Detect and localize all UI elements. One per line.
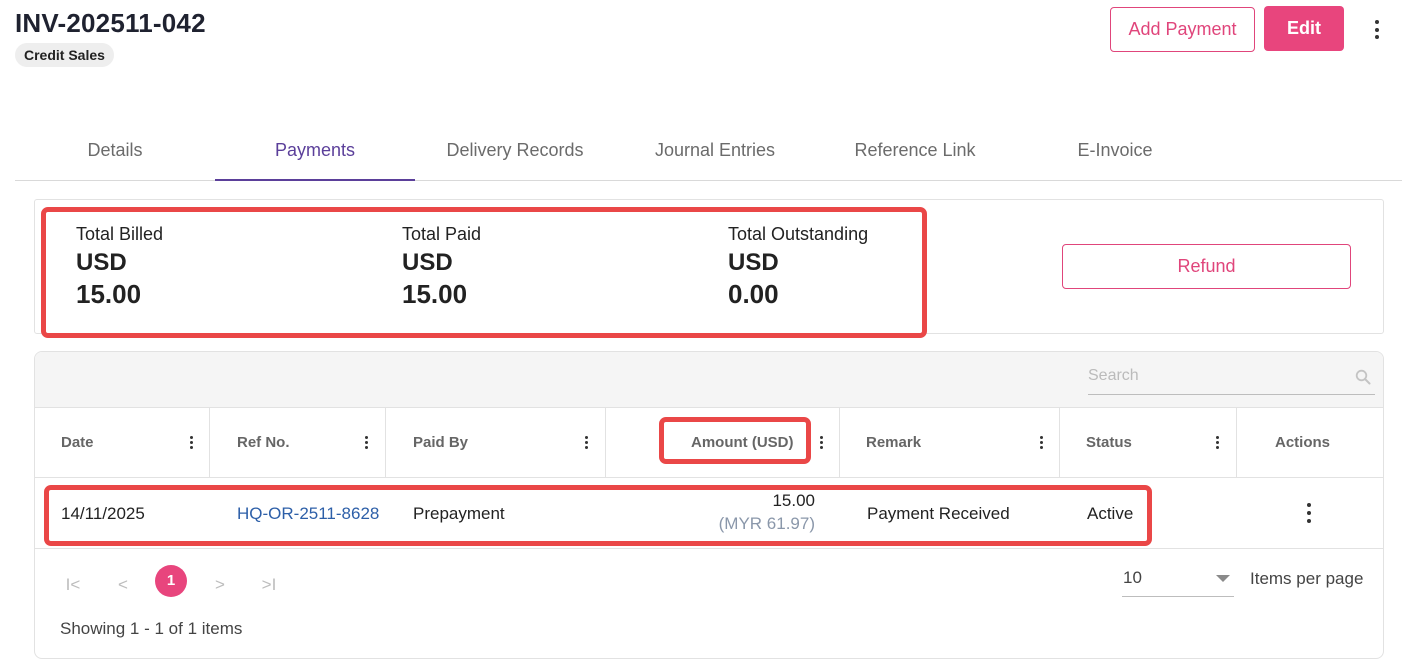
tab-journal-entries[interactable]: Journal Entries (615, 120, 815, 180)
total-billed-currency: USD (76, 249, 127, 276)
total-paid-block: Total Paid USD 15.00 (402, 224, 481, 310)
column-header-ref-no-label: Ref No. (237, 434, 290, 451)
column-header-remark-label: Remark (866, 434, 922, 451)
items-per-page-select[interactable]: 10 (1122, 559, 1234, 597)
total-billed-block: Total Billed USD 15.00 (76, 224, 163, 310)
page-1-button[interactable]: 1 (155, 565, 187, 597)
row-ref-no-link[interactable]: HQ-OR-2511-8628 (237, 504, 379, 524)
column-header-ref-no[interactable]: Ref No. (210, 408, 386, 478)
total-outstanding-label: Total Outstanding (728, 224, 869, 244)
chevron-down-icon (1216, 575, 1230, 582)
payment-summary-card: Total Billed USD 15.00 Total Paid USD 15… (34, 199, 1384, 334)
total-outstanding-value: 0.00 (728, 279, 779, 309)
tab-payments[interactable]: Payments (215, 120, 415, 181)
items-per-page-value: 10 (1123, 568, 1142, 587)
search-box (1088, 360, 1375, 395)
column-menu-icon[interactable] (1213, 436, 1221, 449)
first-page-icon[interactable]: I< (57, 569, 89, 601)
column-header-paid-by-label: Paid By (413, 434, 469, 451)
column-header-actions-label: Actions (1275, 434, 1331, 451)
sales-type-badge: Credit Sales (15, 43, 114, 67)
total-paid-value: 15.00 (402, 279, 468, 309)
column-menu-icon[interactable] (187, 436, 195, 449)
column-header-date[interactable]: Date (35, 408, 210, 478)
last-page-icon[interactable]: >I (253, 569, 285, 601)
column-header-date-label: Date (61, 434, 94, 451)
column-menu-icon[interactable] (362, 436, 370, 449)
row-amount-local: (MYR 61.97) (718, 514, 815, 533)
total-outstanding-currency: USD (728, 249, 779, 276)
column-header-amount[interactable]: Amount (USD) (606, 408, 840, 478)
total-billed-label: Total Billed (76, 224, 164, 244)
column-menu-icon[interactable] (582, 436, 590, 449)
payments-grid: Date Ref No. Paid By Amount (USD) Remark… (34, 351, 1384, 659)
row-amount: 15.00 (MYR 61.97) (635, 491, 815, 534)
tab-e-invoice[interactable]: E-Invoice (1015, 120, 1215, 180)
total-paid-label: Total Paid (402, 224, 482, 244)
prev-page-icon[interactable]: < (107, 569, 139, 601)
column-header-status-label: Status (1086, 434, 1132, 451)
tab-bar: Details Payments Delivery Records Journa… (15, 120, 1402, 181)
column-header-actions: Actions (1237, 408, 1383, 478)
edit-button[interactable]: Edit (1264, 6, 1344, 51)
column-menu-icon[interactable] (817, 436, 825, 449)
pagination: I< < 1 > >I 10 Items per page Showing 1 … (35, 549, 1383, 658)
row-paid-by: Prepayment (413, 504, 505, 523)
search-icon[interactable] (1355, 369, 1371, 385)
grid-header-row: Date Ref No. Paid By Amount (USD) Remark… (35, 407, 1383, 478)
search-input[interactable] (1088, 360, 1343, 392)
column-menu-icon[interactable] (1037, 436, 1045, 449)
tab-details[interactable]: Details (15, 120, 215, 180)
row-remark: Payment Received (867, 504, 1010, 523)
next-page-icon[interactable]: > (204, 569, 236, 601)
items-per-page-label: Items per page (1250, 569, 1364, 588)
column-header-amount-label: Amount (USD) (691, 434, 794, 451)
row-amount-value: 15.00 (772, 491, 815, 510)
grid-toolbar (35, 352, 1383, 407)
add-payment-button[interactable]: Add Payment (1110, 7, 1255, 52)
table-row: 14/11/2025 HQ-OR-2511-8628 Prepayment 15… (35, 478, 1383, 549)
total-paid-currency: USD (402, 249, 453, 276)
column-header-remark[interactable]: Remark (840, 408, 1060, 478)
refund-button[interactable]: Refund (1062, 244, 1351, 289)
tab-delivery-records[interactable]: Delivery Records (415, 120, 615, 180)
more-options-icon[interactable] (1373, 20, 1381, 39)
column-header-status[interactable]: Status (1060, 408, 1237, 478)
column-header-paid-by[interactable]: Paid By (386, 408, 606, 478)
total-outstanding-block: Total Outstanding USD 0.00 (728, 224, 868, 310)
showing-items-text: Showing 1 - 1 of 1 items (60, 619, 243, 638)
total-billed-value: 15.00 (76, 279, 142, 309)
row-date: 14/11/2025 (61, 504, 145, 523)
page-title: INV-202511-042 (15, 8, 206, 38)
row-status: Active (1087, 504, 1134, 523)
row-actions-icon[interactable] (1305, 503, 1313, 523)
tab-reference-link[interactable]: Reference Link (815, 120, 1015, 180)
